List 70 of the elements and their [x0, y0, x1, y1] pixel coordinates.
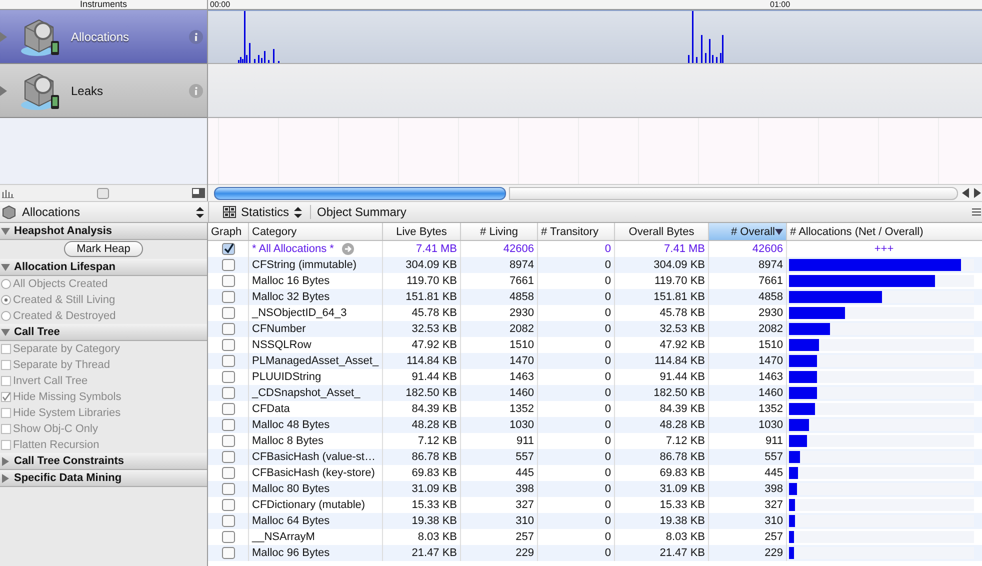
checkbox[interactable]	[222, 259, 234, 271]
checkbox[interactable]	[222, 531, 234, 543]
layout-icon[interactable]	[192, 188, 205, 198]
checkbox[interactable]	[222, 275, 234, 287]
checkbox[interactable]	[222, 323, 234, 335]
table-cell: 0	[538, 545, 615, 561]
checkbox[interactable]	[222, 339, 234, 351]
table-cell-text: +++	[873, 243, 895, 255]
disclosure-triangle-icon	[1, 262, 10, 272]
section-header[interactable]: Specific Data Mining	[0, 470, 207, 487]
checkbox[interactable]	[222, 307, 234, 319]
disclosure-triangle-icon[interactable]	[0, 86, 7, 96]
checkbox[interactable]	[222, 467, 234, 479]
section-header[interactable]: Call Tree	[0, 324, 207, 341]
section-header[interactable]: Call Tree Constraints	[0, 453, 207, 470]
section-header[interactable]: Allocation Lifespan	[0, 259, 207, 276]
checkbox[interactable]	[222, 435, 234, 447]
column-header[interactable]: # Living	[461, 223, 538, 240]
view-selector[interactable]: Statistics	[208, 202, 310, 222]
column-header[interactable]: Live Bytes	[383, 223, 461, 240]
instrument-name: Allocations	[71, 30, 130, 44]
up-down-arrows-icon	[196, 206, 204, 218]
checkbox[interactable]	[222, 483, 234, 495]
checkbox[interactable]	[222, 419, 234, 431]
time-mark: 01:00	[770, 0, 790, 9]
table-cell: 229	[709, 545, 787, 561]
checkbox[interactable]	[222, 371, 234, 383]
time-mark: 00:00	[210, 0, 230, 9]
table-cell: 21.47 KB	[383, 545, 461, 561]
column-header[interactable]: # Allocations (Net / Overall)	[787, 223, 982, 240]
table-cell: Malloc 96 Bytes	[249, 545, 383, 561]
column-header[interactable]: # Overall	[709, 223, 787, 240]
disclosure-triangle-icon	[1, 226, 10, 236]
checkbox[interactable]	[222, 515, 234, 527]
checkbox[interactable]	[222, 243, 234, 255]
disclosure-triangle-icon	[1, 328, 10, 336]
instrument-name: Leaks	[71, 84, 104, 98]
sort-arrow-icon	[775, 228, 783, 234]
slider-knob-icon[interactable]	[97, 188, 109, 198]
scroll-right-icon[interactable]	[973, 188, 982, 198]
breadcrumb-item[interactable]: Object Summary	[310, 205, 972, 219]
checkbox[interactable]	[222, 499, 234, 511]
scrollbar-track[interactable]	[509, 186, 958, 200]
column-header[interactable]: Graph	[208, 223, 249, 240]
column-header[interactable]: Category	[249, 223, 383, 240]
info-icon[interactable]	[189, 30, 203, 44]
info-icon[interactable]	[189, 84, 203, 98]
column-header[interactable]: # Transitory	[538, 223, 615, 240]
checkbox[interactable]	[222, 403, 234, 415]
instrument-row[interactable]: Leaks	[0, 64, 207, 118]
checkbox[interactable]	[222, 451, 234, 463]
mark-heap-button[interactable]: Mark Heap	[64, 241, 144, 257]
checkbox[interactable]	[222, 291, 234, 303]
checkbox[interactable]	[222, 355, 234, 367]
table-cell: 21.47 KB	[615, 545, 709, 561]
instrument-selector[interactable]: Allocations	[0, 205, 208, 219]
up-down-arrows-icon	[294, 206, 302, 218]
instruments-label: Instruments	[80, 0, 128, 9]
checkbox[interactable]	[222, 547, 234, 559]
section-header[interactable]: Heapshot Analysis	[0, 223, 207, 240]
checkbox[interactable]	[222, 387, 234, 399]
scroll-left-icon[interactable]	[961, 188, 970, 198]
table-cell: 229	[461, 545, 538, 561]
menu-icon[interactable]	[972, 208, 981, 216]
bar-chart-icon[interactable]	[2, 188, 14, 198]
instrument-icon	[2, 205, 16, 219]
instrument-row[interactable]: Allocations	[0, 10, 207, 64]
scrollbar-thumb[interactable]	[214, 186, 506, 200]
arrow-right-circle-icon[interactable]	[342, 243, 354, 255]
grid-icon	[223, 206, 236, 218]
